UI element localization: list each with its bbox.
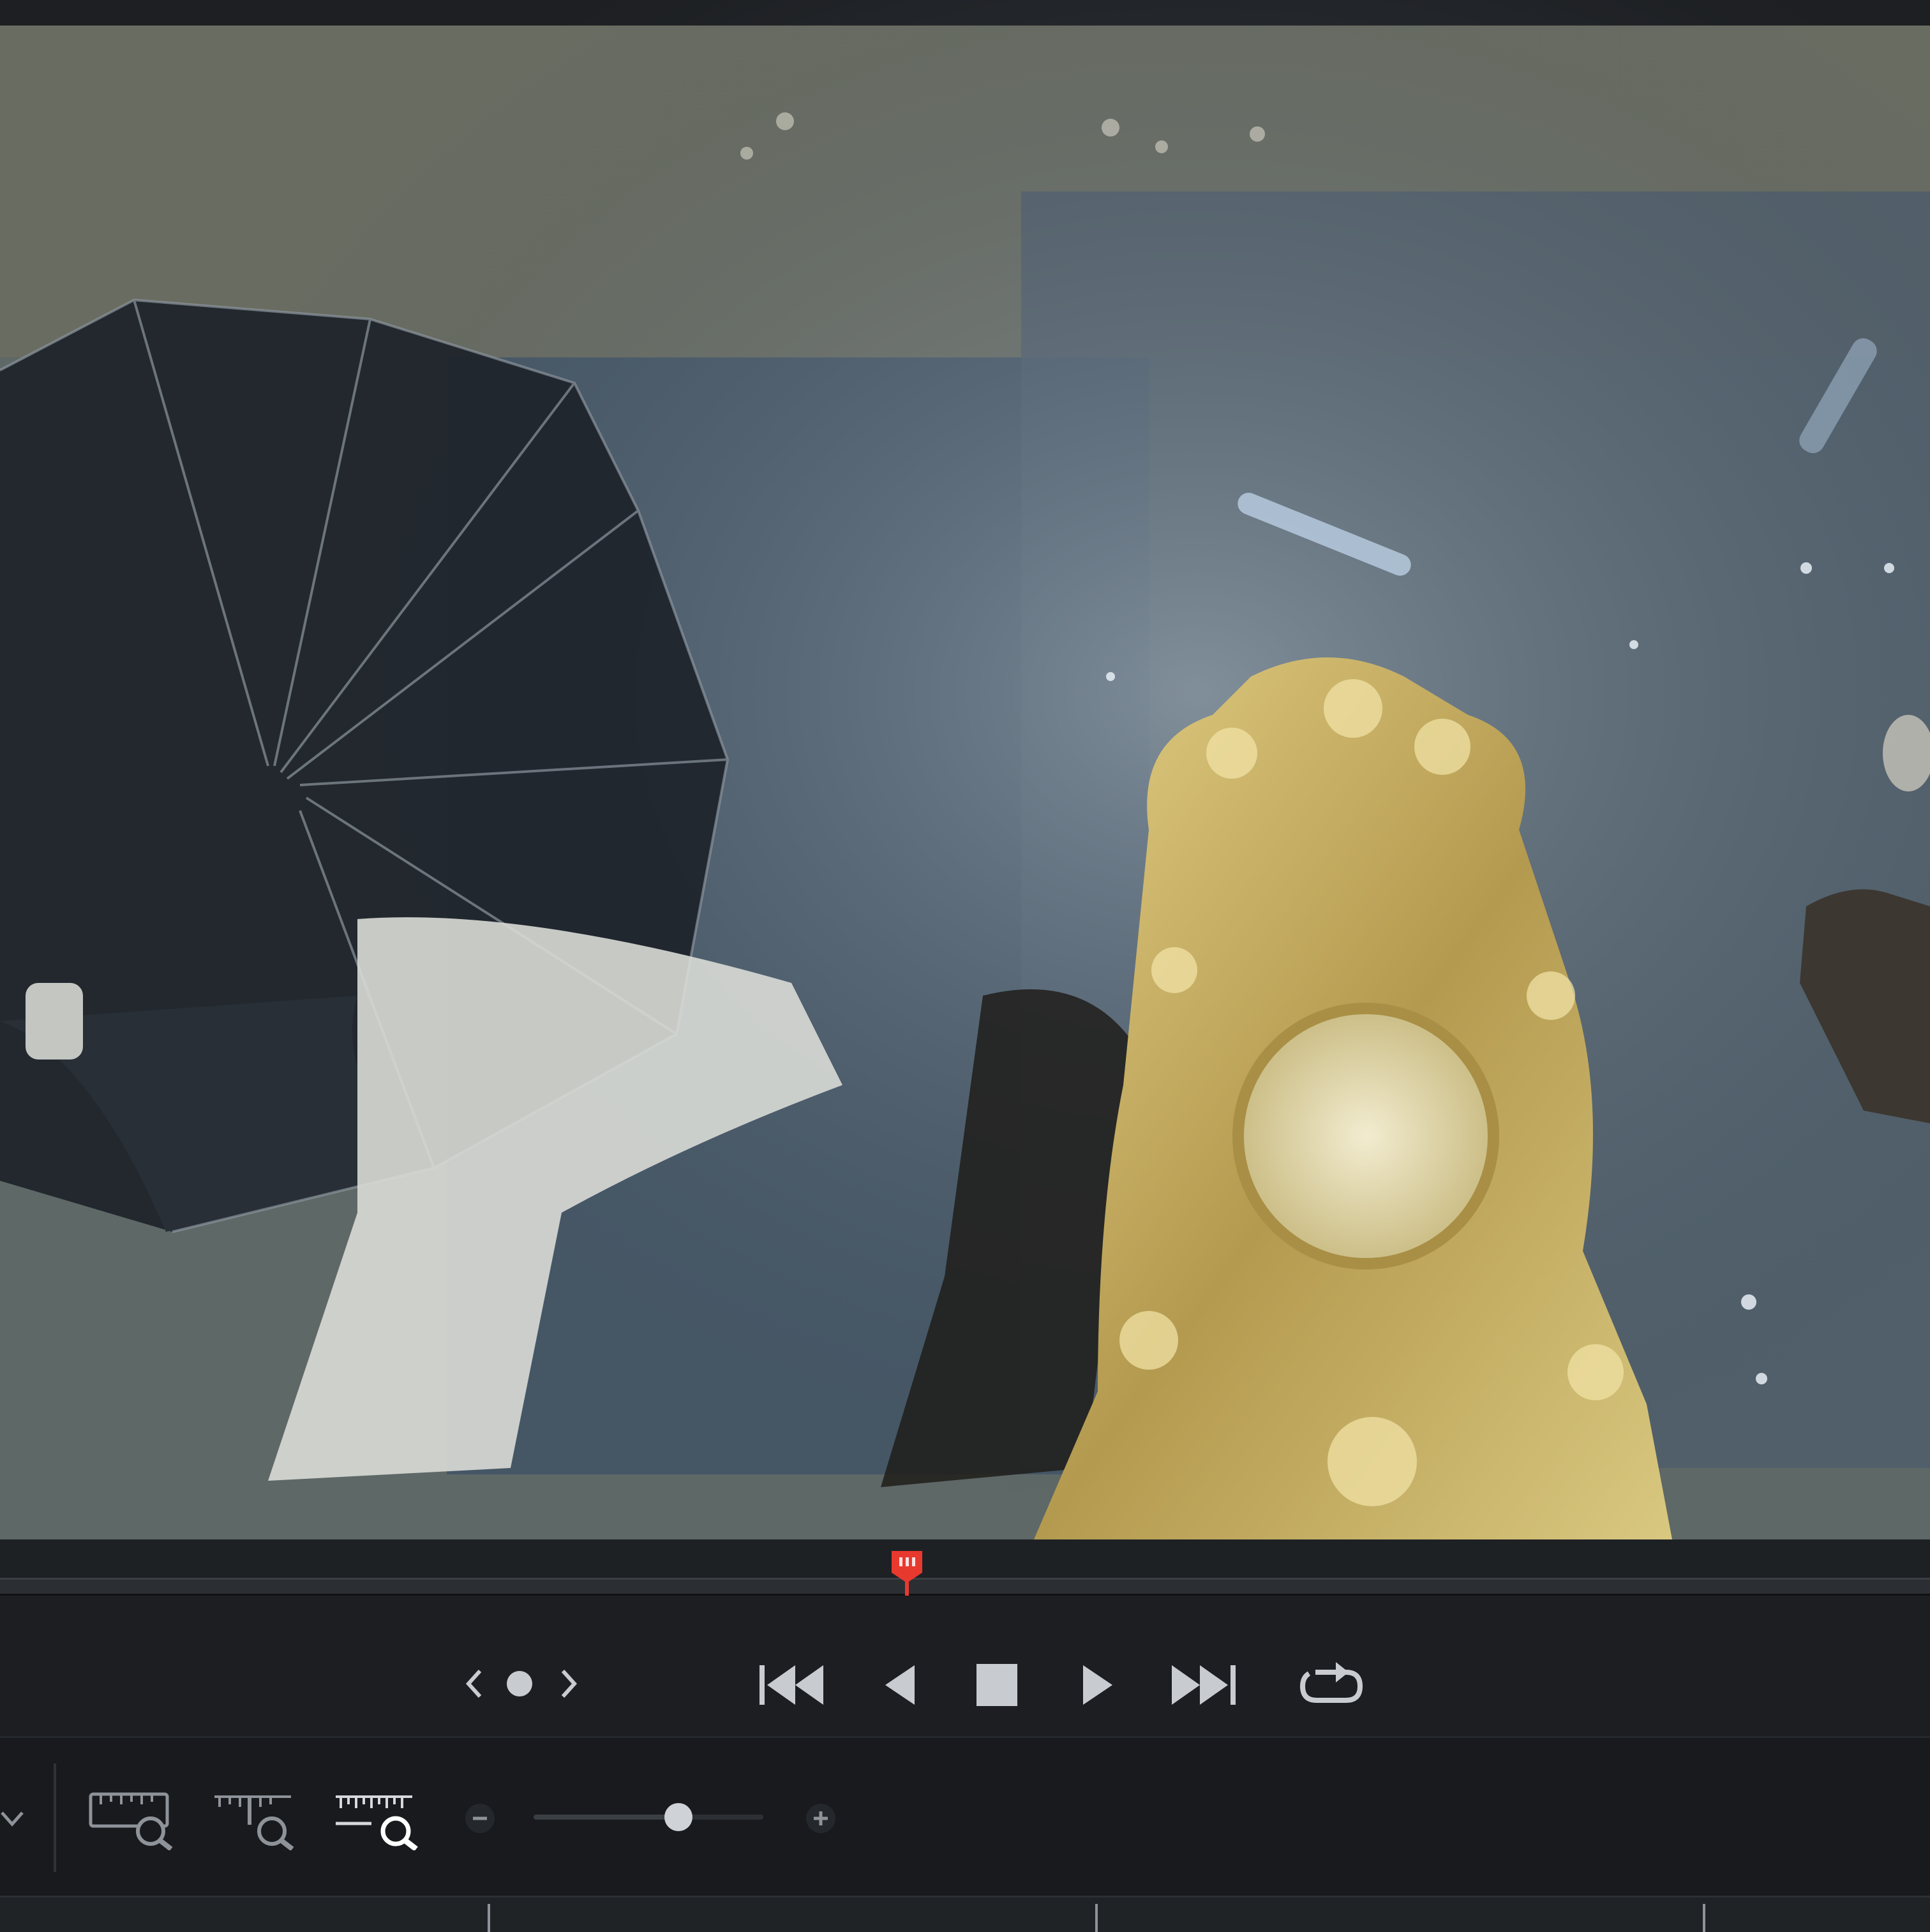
zoom-in-button[interactable]	[802, 1799, 840, 1838]
chevron-down-icon	[1, 1811, 24, 1827]
video-frame	[0, 0, 1930, 1539]
play-button[interactable]	[1072, 1653, 1123, 1717]
zoom-slider-fill	[534, 1815, 678, 1820]
video-viewer[interactable]	[0, 0, 1930, 1539]
transport-controls	[0, 1596, 1930, 1736]
zoom-full-button[interactable]	[87, 1780, 176, 1857]
loop-icon	[1299, 1662, 1363, 1703]
zoom-custom-button[interactable]	[332, 1780, 421, 1857]
ruler-tick	[488, 1904, 490, 1932]
view-options-dropdown[interactable]	[0, 1799, 28, 1838]
stop-icon	[976, 1664, 1017, 1706]
stop-button[interactable]	[970, 1653, 1024, 1717]
plus-icon	[806, 1804, 835, 1833]
play-reverse-icon	[885, 1665, 915, 1705]
go-to-start-button[interactable]	[753, 1653, 830, 1717]
prev-marker-button[interactable]	[454, 1658, 493, 1709]
zoom-slider-knob[interactable]	[664, 1803, 692, 1831]
ruler-zoom-detail-icon	[214, 1795, 294, 1850]
add-marker-button[interactable]	[500, 1658, 539, 1709]
toolbar-divider	[54, 1764, 56, 1872]
scrub-track[interactable]	[0, 1578, 1930, 1596]
ruler-tick	[1703, 1904, 1705, 1932]
next-marker-button[interactable]	[550, 1658, 588, 1709]
timeline-ruler[interactable]	[0, 1896, 1930, 1932]
timeline-zoom-toolbar	[0, 1736, 1930, 1898]
loop-button[interactable]	[1292, 1651, 1371, 1717]
dot-icon	[507, 1671, 532, 1696]
zoom-slider[interactable]	[534, 1803, 763, 1831]
go-to-end-button[interactable]	[1165, 1653, 1242, 1717]
skip-end-icon	[1172, 1665, 1236, 1705]
play-reverse-button[interactable]	[874, 1653, 925, 1717]
ruler-zoom-custom-icon	[336, 1795, 418, 1850]
zoom-detail-button[interactable]	[211, 1780, 300, 1857]
chevron-left-icon	[465, 1669, 482, 1698]
minus-icon	[465, 1804, 495, 1833]
zoom-out-button[interactable]	[461, 1799, 499, 1838]
ruler-zoom-full-icon	[89, 1792, 173, 1850]
play-icon	[1083, 1665, 1112, 1705]
chevron-right-icon	[561, 1669, 578, 1698]
skip-start-icon	[759, 1665, 823, 1705]
ruler-tick	[1095, 1904, 1098, 1932]
